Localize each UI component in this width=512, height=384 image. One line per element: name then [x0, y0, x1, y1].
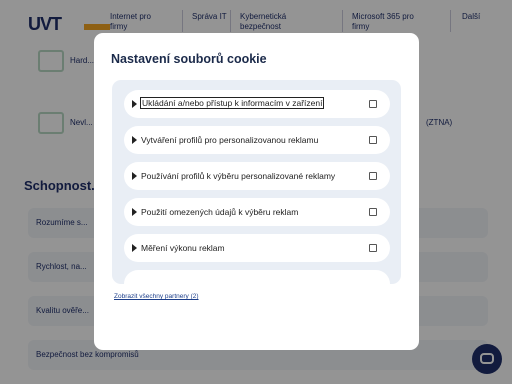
- purpose-label[interactable]: Vytváření profilů pro personalizovanou r…: [141, 135, 318, 145]
- cookie-purpose-item[interactable]: [124, 270, 390, 284]
- expand-triangle-icon[interactable]: [132, 136, 137, 144]
- cookie-purpose-item[interactable]: Vytváření profilů pro personalizovanou r…: [124, 126, 390, 154]
- cookie-purpose-item[interactable]: Měření výkonu reklam: [124, 234, 390, 262]
- purpose-checkbox[interactable]: [369, 172, 377, 180]
- expand-triangle-icon[interactable]: [132, 172, 137, 180]
- cookie-purpose-item[interactable]: Ukládání a/nebo přístup k informacím v z…: [124, 90, 390, 118]
- show-partners-link[interactable]: Zobrazit všechny partnery (2): [114, 293, 199, 300]
- purpose-checkbox[interactable]: [369, 136, 377, 144]
- cookie-purpose-item[interactable]: Používání profilů k výběru personalizova…: [124, 162, 390, 190]
- expand-triangle-icon[interactable]: [132, 100, 137, 108]
- cookie-purpose-item[interactable]: Použití omezených údajů k výběru reklam: [124, 198, 390, 226]
- expand-triangle-icon[interactable]: [132, 208, 137, 216]
- purpose-checkbox[interactable]: [369, 208, 377, 216]
- purpose-label[interactable]: Ukládání a/nebo přístup k informacím v z…: [139, 97, 325, 109]
- purpose-checkbox[interactable]: [369, 100, 377, 108]
- expand-triangle-icon[interactable]: [132, 244, 137, 252]
- dialog-title: Nastavení souborů cookie: [111, 52, 267, 66]
- cookie-settings-dialog: Nastavení souborů cookie Ukládání a/nebo…: [94, 33, 419, 350]
- purpose-label[interactable]: Měření výkonu reklam: [141, 243, 225, 253]
- purpose-checkbox[interactable]: [369, 244, 377, 252]
- purpose-label[interactable]: Použití omezených údajů k výběru reklam: [141, 207, 298, 217]
- purpose-label[interactable]: Používání profilů k výběru personalizova…: [141, 171, 335, 181]
- cookie-purposes-list[interactable]: Ukládání a/nebo přístup k informacím v z…: [112, 80, 401, 284]
